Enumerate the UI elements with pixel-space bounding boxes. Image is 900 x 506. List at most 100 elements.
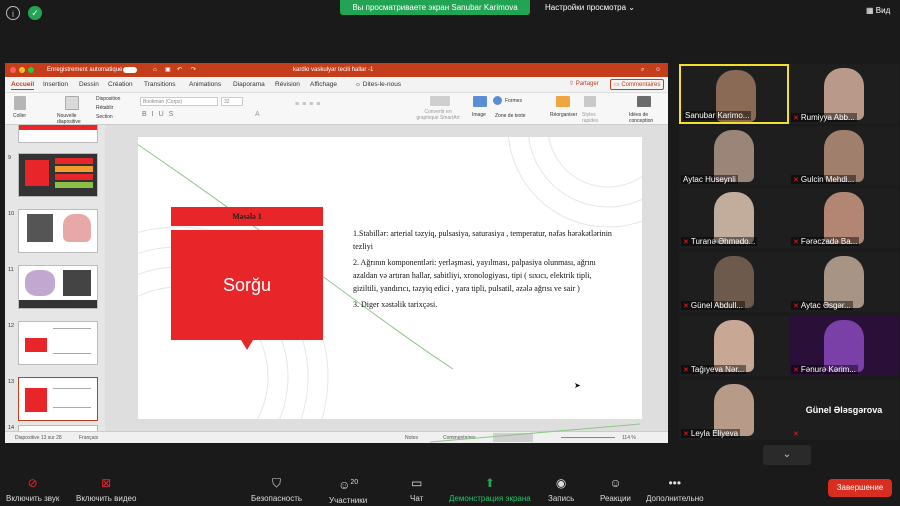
- tab-accueil[interactable]: Accueil: [11, 81, 35, 90]
- participant-tile[interactable]: ✕ Turanə Əhmədo...: [679, 188, 789, 248]
- slide-thumbnail[interactable]: [18, 321, 98, 365]
- undo-icon[interactable]: ↶: [177, 63, 182, 77]
- participant-name-text: Tağıyeva Nər...: [690, 365, 745, 374]
- tab-revision[interactable]: Révision: [275, 81, 300, 88]
- slide-body: 1.Stabillər: arterial təzyiq, pulsasiya,…: [353, 227, 615, 314]
- gallery-next-button[interactable]: ⌄: [763, 445, 811, 465]
- participant-tile[interactable]: Aytac Huseynli: [679, 126, 789, 186]
- shapes-label: Formes: [505, 98, 522, 104]
- slide-thumbnail-pane[interactable]: 9 10 11 12 13 14: [5, 125, 105, 431]
- reactions-button[interactable]: ☺ Реакции: [600, 476, 631, 503]
- participant-name-text: Fərəczadə Ba...: [800, 237, 858, 246]
- participant-tile[interactable]: ✕ Günel Abdull...: [679, 252, 789, 312]
- thumb-red-band: [19, 125, 97, 130]
- tab-animations[interactable]: Animations: [189, 81, 221, 88]
- slide-thumbnail-selected[interactable]: [18, 377, 98, 421]
- font-size-select[interactable]: 32: [221, 97, 243, 106]
- shapes-icon[interactable]: [493, 96, 502, 105]
- view-options-button[interactable]: Настройки просмотра ⌄: [545, 0, 635, 15]
- thumb-lungs-image: [25, 270, 55, 296]
- start-video-label: Включить видео: [76, 494, 137, 503]
- share-button[interactable]: ⇧ Partager: [569, 80, 599, 87]
- reset-button[interactable]: Rétablir: [96, 105, 113, 111]
- participant-name: ✕ Fərəczadə Ba...: [791, 237, 860, 246]
- comments-button[interactable]: ▭ Commentaires: [610, 79, 665, 90]
- slide-thumbnail[interactable]: [18, 265, 98, 309]
- font-select[interactable]: Bookman (Corps): [140, 97, 218, 106]
- more-button[interactable]: ••• Дополнительно: [646, 476, 704, 503]
- layout-button[interactable]: Disposition: [96, 96, 120, 102]
- tab-insertion[interactable]: Insertion: [43, 81, 68, 88]
- design-ideas-icon[interactable]: [637, 96, 651, 107]
- smartart-icon[interactable]: [430, 96, 450, 106]
- view-button[interactable]: ▦ Вид: [866, 6, 890, 15]
- record-button[interactable]: ◉ Запись: [548, 476, 574, 503]
- participants-button[interactable]: ☺20 Участники: [329, 476, 367, 505]
- paragraph-buttons[interactable]: ≡≡≡≡: [295, 101, 323, 108]
- mic-muted-icon: ✕: [683, 303, 689, 310]
- notes-button[interactable]: Notes: [405, 435, 418, 441]
- account-icon[interactable]: ☺: [655, 63, 661, 77]
- close-window-icon[interactable]: [10, 67, 16, 73]
- annotation-line: [430, 423, 641, 443]
- section-button[interactable]: Section: [96, 114, 113, 120]
- tab-tell-me[interactable]: ☼ Dites-le-nous: [355, 81, 401, 88]
- participant-name: ✕ Aytac Əsgər...: [791, 301, 853, 310]
- text-format-buttons[interactable]: BIUS: [142, 111, 178, 118]
- participant-tile[interactable]: ✕ Leyla Eliyeva: [679, 380, 789, 440]
- participant-tile[interactable]: ✕ Fərəczadə Ba...: [789, 188, 899, 248]
- minimize-window-icon[interactable]: [19, 67, 25, 73]
- tab-creation[interactable]: Création: [108, 81, 133, 88]
- participant-tile[interactable]: ✕ Rumiyya Abb...: [789, 64, 899, 124]
- slide-heading: Sorğu: [171, 230, 323, 340]
- participant-tile[interactable]: ✕ Aytac Əsgər...: [789, 252, 899, 312]
- more-label: Дополнительно: [646, 494, 704, 503]
- participant-tile-active[interactable]: Sanubar Karimo...: [679, 64, 789, 124]
- chevron-down-icon: ⌄: [628, 3, 635, 12]
- tab-transitions[interactable]: Transitions: [144, 81, 176, 88]
- tab-diaporama[interactable]: Diaporama: [233, 81, 265, 88]
- unmute-label: Включить звук: [6, 494, 60, 503]
- image-icon[interactable]: [473, 96, 487, 107]
- share-icon: ⇧: [569, 81, 576, 87]
- participants-count: 20: [350, 479, 359, 486]
- home-icon[interactable]: ⌂: [153, 63, 157, 77]
- document-title: kardio vaskulyar tecili hallar -1: [293, 67, 374, 73]
- arrange-label: Réorganiser: [550, 112, 578, 118]
- tab-dessin[interactable]: Dessin: [79, 81, 99, 88]
- quick-styles-icon[interactable]: [584, 96, 596, 107]
- security-button[interactable]: ⛉ Безопасность: [251, 476, 302, 503]
- shield-check-icon[interactable]: ✓: [28, 6, 42, 20]
- thumb-text-lines: [53, 328, 91, 354]
- current-slide[interactable]: Məsələ 1 Sorğu 1.Stabillər: arterial təz…: [138, 137, 642, 419]
- search-icon[interactable]: ⌕: [641, 63, 644, 77]
- share-screen-button[interactable]: ⬆ Демонстрация экрана: [449, 476, 531, 503]
- paste-icon[interactable]: [14, 96, 26, 110]
- thumb-number: 10: [8, 211, 15, 217]
- lightbulb-icon: ☼: [355, 81, 363, 88]
- reactions-label: Реакции: [600, 494, 631, 503]
- textbox-button[interactable]: Zone de texte: [495, 113, 526, 119]
- new-slide-icon[interactable]: [65, 96, 79, 110]
- chat-button[interactable]: ▭ Чат: [410, 476, 423, 503]
- participant-tile[interactable]: ✕ Tağıyeva Nər...: [679, 316, 789, 376]
- maximize-window-icon[interactable]: [28, 67, 34, 73]
- participant-tile[interactable]: ✕ Gulcin Mehdi...: [789, 126, 899, 186]
- participant-tile-no-video[interactable]: Günel Ələsgərova ✕: [789, 380, 899, 440]
- redo-icon[interactable]: ↷: [191, 63, 196, 77]
- tab-affichage[interactable]: Affichage: [310, 81, 337, 88]
- participant-tile[interactable]: ✕ Fənurə Kərim...: [789, 316, 899, 376]
- info-icon[interactable]: i: [6, 6, 20, 20]
- end-meeting-button[interactable]: Завершение: [828, 479, 892, 497]
- chat-label: Чат: [410, 494, 424, 503]
- start-video-button[interactable]: ⊠ Включить видео: [76, 476, 136, 503]
- slide-thumbnail[interactable]: [18, 153, 98, 197]
- save-icon[interactable]: ▣: [165, 63, 171, 77]
- slide-thumbnail[interactable]: [18, 209, 98, 253]
- font-color-icon[interactable]: A: [255, 111, 260, 118]
- arrange-icon[interactable]: [556, 96, 570, 107]
- autosave-toggle[interactable]: [123, 67, 137, 73]
- unmute-button[interactable]: ⊘ Включить звук: [6, 476, 59, 503]
- participant-name-text: Aytac Əsgər...: [800, 301, 851, 310]
- slide-thumbnail[interactable]: [18, 125, 98, 143]
